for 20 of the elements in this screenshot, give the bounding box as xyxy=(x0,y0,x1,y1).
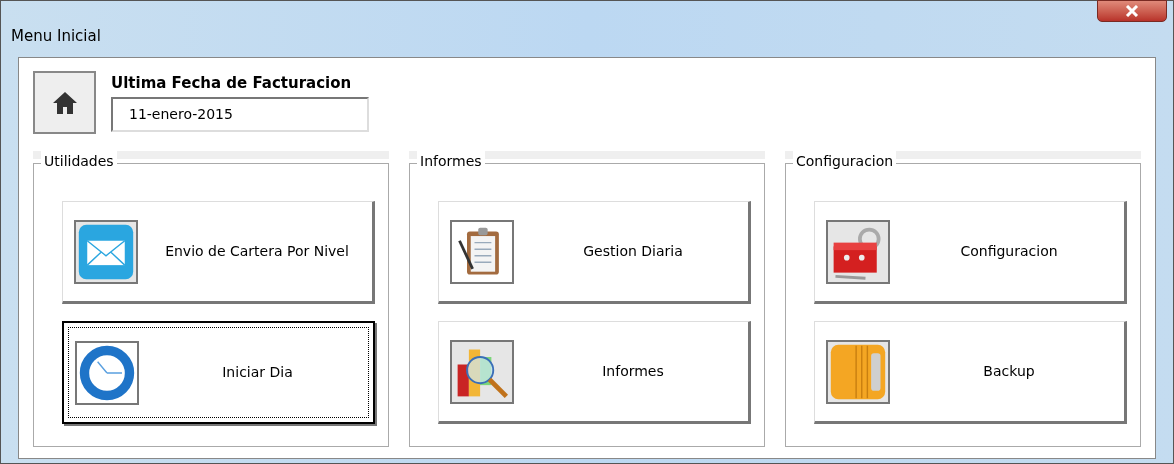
menu-button[interactable]: Envio de Cartera Por Nivel xyxy=(62,201,375,304)
clock-icon xyxy=(75,340,139,405)
home-icon xyxy=(51,90,78,115)
menu-button[interactable]: Gestion Diaria xyxy=(438,201,751,304)
folder-icon xyxy=(826,339,890,404)
window-title: Menu Inicial xyxy=(11,26,101,47)
close-icon xyxy=(1125,5,1139,17)
close-button[interactable] xyxy=(1097,0,1167,22)
chart-magnifier-icon xyxy=(450,339,514,404)
envelope-icon xyxy=(74,219,138,284)
clipboard-icon xyxy=(450,219,514,284)
date-field[interactable]: 11-enero-2015 xyxy=(111,96,369,132)
group-title: Configuracion xyxy=(793,151,897,172)
toolbox-icon xyxy=(826,219,890,284)
home-button[interactable] xyxy=(33,71,96,134)
menu-button[interactable]: Configuracion xyxy=(814,201,1127,304)
menu-button[interactable]: Iniciar Dia xyxy=(62,321,375,424)
menu-button[interactable]: Informes xyxy=(438,321,751,424)
menu-button[interactable]: Backup xyxy=(814,321,1127,424)
date-label: Ultima Fecha de Facturacion xyxy=(111,73,353,94)
